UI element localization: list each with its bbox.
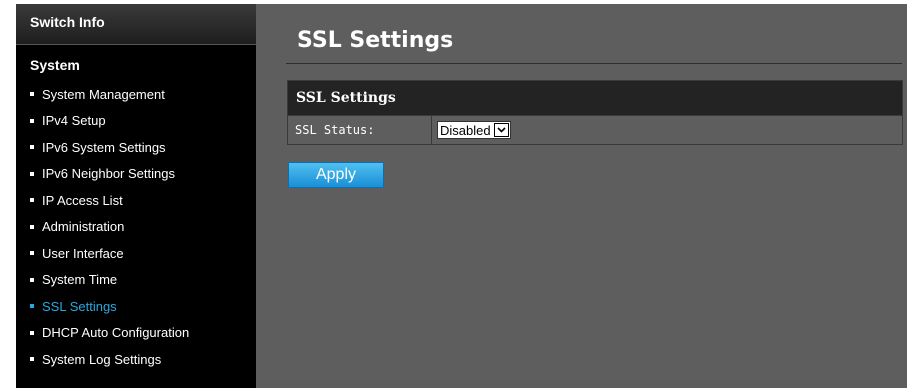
bullet-icon xyxy=(30,304,34,309)
bullet-icon xyxy=(30,118,34,123)
sidebar-item-ipv6-system-settings[interactable]: IPv6 System Settings xyxy=(16,134,256,161)
bullet-icon xyxy=(30,171,34,176)
page-title: SSL Settings xyxy=(297,28,454,53)
bullet-icon xyxy=(30,198,34,203)
ssl-status-select[interactable]: Disabled xyxy=(437,121,511,139)
sidebar-items: System Management IPv4 Setup IPv6 System… xyxy=(16,81,256,373)
sidebar-item-label: System Log Settings xyxy=(42,351,162,367)
bullet-icon xyxy=(30,145,34,150)
ssl-status-value: Disabled xyxy=(440,122,491,138)
ssl-settings-panel: SSL Settings SSL Status: Disabled xyxy=(287,80,903,145)
sidebar-item-label: IPv6 System Settings xyxy=(42,139,166,155)
ssl-status-row: SSL Status: Disabled xyxy=(288,115,902,144)
sidebar-item-user-interface[interactable]: User Interface xyxy=(16,240,256,267)
sidebar-item-label: IP Access List xyxy=(42,192,123,208)
sidebar-item-label: System Time xyxy=(42,272,118,288)
bullet-icon xyxy=(30,357,34,362)
bullet-icon xyxy=(30,277,34,282)
bullet-icon xyxy=(30,224,34,229)
sidebar-item-label: IPv4 Setup xyxy=(42,113,106,129)
sidebar-item-label: IPv6 Neighbor Settings xyxy=(42,166,175,182)
sidebar-item-ip-access-list[interactable]: IP Access List xyxy=(16,187,256,214)
sidebar-item-ssl-settings[interactable]: SSL Settings xyxy=(16,293,256,320)
sidebar-section-system[interactable]: System xyxy=(16,45,256,81)
bullet-icon xyxy=(30,330,34,335)
sidebar-item-system-time[interactable]: System Time xyxy=(16,267,256,294)
ssl-status-label: SSL Status: xyxy=(288,116,432,144)
sidebar-item-system-management[interactable]: System Management xyxy=(16,81,256,108)
sidebar-item-administration[interactable]: Administration xyxy=(16,214,256,241)
sidebar-item-label: System Management xyxy=(42,86,165,102)
sidebar-item-label: User Interface xyxy=(42,245,124,261)
chevron-down-icon[interactable] xyxy=(493,123,509,137)
bullet-icon xyxy=(30,92,34,97)
main-content: SSL Settings SSL Settings SSL Status: Di… xyxy=(256,4,907,388)
sidebar-item-ipv4-setup[interactable]: IPv4 Setup xyxy=(16,108,256,135)
panel-title: SSL Settings xyxy=(288,81,902,115)
sidebar-item-dhcp-auto-configuration[interactable]: DHCP Auto Configuration xyxy=(16,320,256,347)
sidebar: Switch Info System System Management IPv… xyxy=(16,4,256,388)
sidebar-item-label: SSL Settings xyxy=(42,298,117,314)
ssl-status-cell: Disabled xyxy=(432,116,902,144)
apply-button[interactable]: Apply xyxy=(288,162,384,188)
sidebar-item-label: DHCP Auto Configuration xyxy=(42,325,190,341)
bullet-icon xyxy=(30,251,34,256)
sidebar-item-system-log-settings[interactable]: System Log Settings xyxy=(16,346,256,373)
sidebar-item-label: Administration xyxy=(42,219,125,235)
title-divider xyxy=(286,63,902,64)
sidebar-header[interactable]: Switch Info xyxy=(16,4,256,45)
sidebar-item-ipv6-neighbor-settings[interactable]: IPv6 Neighbor Settings xyxy=(16,161,256,188)
